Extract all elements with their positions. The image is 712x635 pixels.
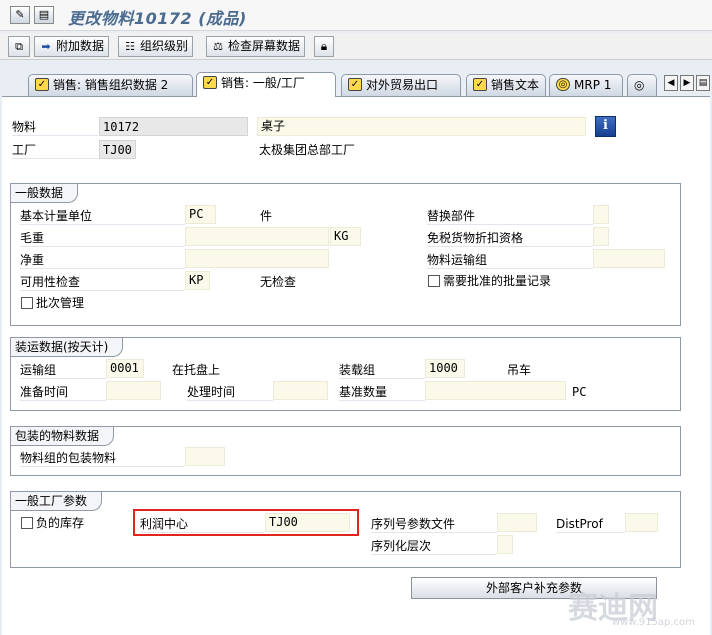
triangle-left-icon: ◀ (667, 78, 675, 88)
material-description-field[interactable]: 桌子 (257, 117, 586, 136)
tab-label: 销售: 一般/工厂 (221, 76, 305, 90)
tab-prev-button[interactable]: ◀ (664, 75, 678, 91)
tab-sales-text[interactable]: ✓ 销售文本 (466, 74, 546, 96)
availability-check-field[interactable]: KP (185, 271, 210, 290)
processing-time-field[interactable] (273, 381, 328, 400)
check-icon: ✓ (203, 76, 217, 89)
packaging-group-field[interactable] (185, 447, 225, 466)
transport-group-field[interactable] (593, 249, 665, 268)
check-screen-data-button[interactable]: ⚖ 检查屏幕数据 (206, 36, 306, 57)
approved-batch-checkbox[interactable] (428, 275, 440, 287)
copy-icon: ⧉ (15, 40, 23, 53)
plant-value: TJ00 (99, 140, 136, 159)
serial-profile-label: 序列号参数文件 (371, 515, 497, 533)
check-icon: ✓ (473, 78, 487, 91)
additional-data-button[interactable]: ➡ 附加数据 (34, 36, 110, 57)
batch-management-label: 批次管理 (36, 296, 85, 310)
hierarchy-button[interactable]: ⧉ (8, 36, 30, 57)
arrow-right-icon: ➡ (41, 40, 51, 53)
check-screen-icon: ⚖ (213, 40, 223, 53)
loading-group-field[interactable]: 1000 (425, 359, 465, 378)
duty-free-label: 免税货物折扣资格 (427, 229, 593, 247)
processing-time-label: 处理时间 (187, 383, 273, 401)
tab-sales-general-plant[interactable]: ✓ 销售: 一般/工厂 (196, 72, 336, 97)
transport-group-label: 物料运输组 (427, 251, 593, 269)
page-title: 更改物料10172 (成品) (68, 9, 247, 28)
net-weight-label: 净重 (20, 251, 185, 269)
replacement-part-label: 替换部件 (427, 207, 593, 225)
availability-check-text: 无检查 (260, 275, 297, 289)
plant-description: 太极集团总部工厂 (259, 143, 356, 157)
check-icon: ✓ (35, 78, 49, 91)
tab-label: MRP 1 (574, 78, 612, 92)
lock-icon: 🔒︎ (320, 39, 328, 53)
tab-next-button[interactable]: ▶ (680, 75, 694, 91)
net-weight-field[interactable] (185, 249, 329, 268)
weight-unit-field[interactable]: KG (330, 227, 361, 246)
tab-list-button[interactable]: ▤ (696, 75, 710, 91)
serial-profile-field[interactable] (497, 513, 537, 532)
negative-stock-checkbox[interactable] (21, 517, 33, 529)
check-icon: ◎ (556, 78, 570, 91)
serial-level-label: 序列化层次 (371, 537, 497, 555)
shipping-data-title: 装运数据(按天计) (11, 338, 124, 357)
setup-time-field[interactable] (106, 381, 161, 400)
setup-time-label: 准备时间 (20, 383, 106, 401)
tab-more[interactable]: ◎ (627, 74, 657, 96)
info-button[interactable]: i (595, 116, 616, 137)
tab-label: 销售: 销售组织数据 2 (53, 78, 169, 92)
other-material-icon[interactable]: ▤ (34, 6, 54, 24)
tab-foreign-trade-export[interactable]: ✓ 对外贸易出口 (341, 74, 461, 96)
tab-list-icon: ▤ (698, 78, 708, 88)
material-label: 物料 (12, 118, 98, 136)
material-value: 10172 (99, 117, 248, 136)
packaging-title: 包装的物料数据 (11, 427, 115, 446)
transport-group2-text: 在托盘上 (172, 363, 221, 377)
batch-management-checkbox[interactable] (21, 297, 33, 309)
watermark-url: www.915ap.com (612, 617, 695, 628)
gross-weight-field[interactable] (185, 227, 329, 246)
additional-data-label: 附加数据 (56, 39, 105, 53)
distprof-field[interactable] (625, 513, 658, 532)
org-levels-button[interactable]: ☷ 组织级别 (118, 36, 194, 57)
base-quantity-label: 基准数量 (339, 383, 425, 401)
more-tab-icon: ◎ (634, 78, 645, 92)
gross-weight-label: 毛重 (20, 229, 185, 247)
triangle-right-icon: ▶ (683, 78, 691, 88)
base-uom-field[interactable]: PC (185, 205, 216, 224)
tab-mrp-1[interactable]: ◎ MRP 1 (549, 74, 623, 96)
org-levels-icon: ☷ (125, 40, 135, 53)
loading-group-text: 吊车 (507, 363, 532, 377)
check-screen-label: 检查屏幕数据 (228, 39, 301, 53)
plant-label: 工厂 (12, 141, 98, 159)
tab-sales-org-2[interactable]: ✓ 销售: 销售组织数据 2 (28, 74, 193, 96)
availability-check-label: 可用性检查 (20, 273, 185, 291)
profit-center-field[interactable]: TJ00 (265, 513, 350, 532)
transport-group2-field[interactable]: 0001 (106, 359, 144, 378)
replacement-part-field[interactable] (593, 205, 609, 224)
serial-level-field[interactable] (497, 535, 513, 554)
display-change-icon[interactable]: ✎ (10, 6, 30, 24)
lock-button[interactable]: 🔒︎ (314, 36, 334, 57)
check-icon: ✓ (348, 78, 362, 91)
duty-free-field[interactable] (593, 227, 609, 246)
negative-stock-label: 负的库存 (36, 516, 85, 530)
profit-center-label: 利润中心 (140, 515, 264, 533)
tab-label: 对外贸易出口 (366, 78, 439, 92)
tab-label: 销售文本 (491, 78, 540, 92)
loading-group-label: 装载组 (339, 361, 425, 379)
base-uom-label: 基本计量单位 (20, 207, 185, 225)
approved-batch-label: 需要批准的批量记录 (443, 274, 552, 288)
general-data-title: 一般数据 (11, 184, 79, 203)
base-uom-text: 件 (260, 209, 273, 223)
info-icon: i (603, 118, 608, 133)
base-quantity-unit: PC (572, 385, 587, 399)
plant-parameters-title: 一般工厂参数 (11, 492, 103, 511)
org-levels-label: 组织级别 (140, 39, 189, 53)
base-quantity-field[interactable] (425, 381, 566, 400)
distprof-label: DistProf (556, 515, 625, 533)
transport-group2-label: 运输组 (20, 361, 106, 379)
packaging-group-label: 物料组的包装物料 (20, 449, 185, 467)
